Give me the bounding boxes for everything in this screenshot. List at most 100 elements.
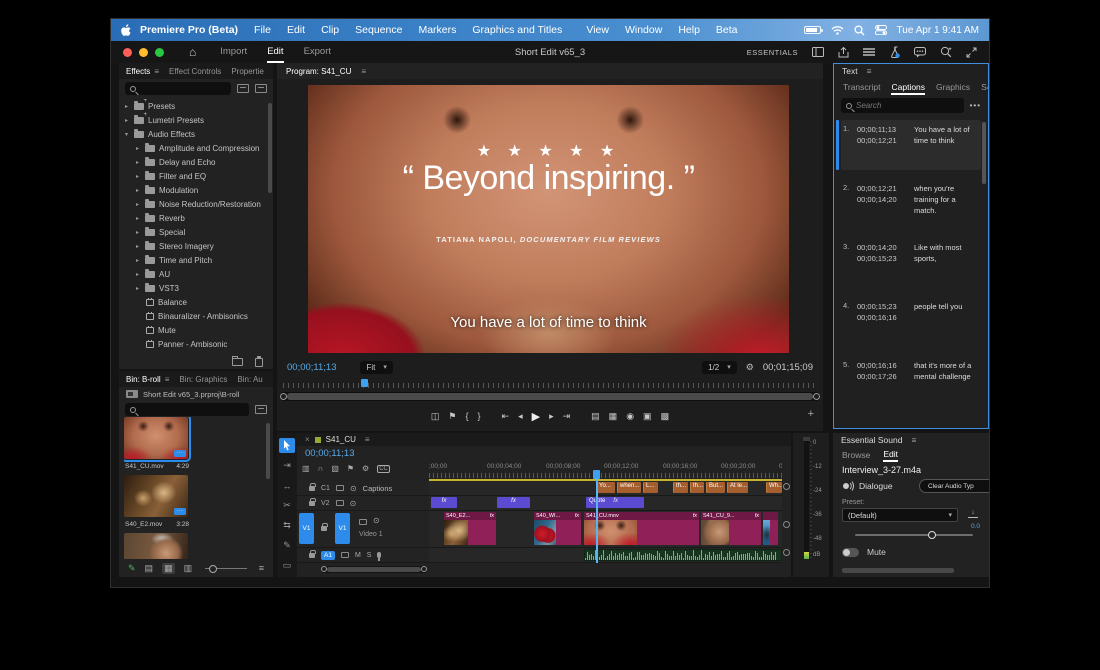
bin-scrollbar[interactable]: [266, 423, 270, 479]
video-clip-s41-cu-mov[interactable]: S41_CU.movfx: [584, 512, 699, 545]
slider-knob[interactable]: [928, 531, 936, 539]
track-lock-icon[interactable]: [309, 486, 315, 491]
menu-file[interactable]: File: [254, 24, 271, 36]
tab-s4[interactable]: S4: [981, 82, 989, 92]
search-sparkle-icon[interactable]: [940, 46, 952, 58]
track-height-handle[interactable]: [783, 483, 790, 490]
workspaces-icon[interactable]: [812, 47, 824, 57]
clear-audio-type-button[interactable]: Clear Audio Typ: [919, 479, 989, 493]
graphic-clip[interactable]: fx: [431, 497, 457, 508]
v2-lane[interactable]: fxfxQuotefx: [429, 496, 782, 511]
caption-clip[interactable]: th...: [673, 482, 688, 493]
caption-clip[interactable]: th...: [690, 482, 704, 493]
export-frame-button[interactable]: ◉: [626, 411, 634, 422]
program-video-frame[interactable]: ★ ★ ★ ★ ★ “ Beyond inspiring. ” TATIANA …: [308, 85, 789, 353]
solo-track-button[interactable]: S: [367, 552, 372, 559]
program-current-timecode[interactable]: 00;00;11;13: [287, 362, 336, 373]
close-sequence-icon[interactable]: ×: [305, 435, 310, 444]
track-target-icon[interactable]: [341, 552, 349, 558]
tab-captions[interactable]: Captions: [891, 80, 925, 95]
tab-graphics[interactable]: Graphics: [936, 82, 970, 92]
insert-button[interactable]: ▣: [643, 411, 652, 422]
menu-sequence[interactable]: Sequence: [355, 24, 402, 36]
quick-export-icon[interactable]: [838, 47, 849, 58]
bin-menu-icon[interactable]: ≡: [259, 563, 264, 573]
menu-clock[interactable]: Tue Apr 1 9:41 AM: [897, 25, 979, 36]
mute-track-button[interactable]: M: [355, 552, 361, 559]
effects-item-au[interactable]: ▸AU: [119, 267, 267, 281]
add-marker-icon[interactable]: ⚑: [347, 464, 354, 473]
preset-intensity-slider[interactable]: [855, 534, 973, 536]
feedback-chat-icon[interactable]: [914, 47, 926, 58]
menu-view[interactable]: View: [586, 24, 609, 36]
menu-edit[interactable]: Edit: [287, 24, 305, 36]
track-target-icon[interactable]: [336, 500, 344, 506]
freeform-view-icon[interactable]: ▥: [184, 563, 193, 574]
voiceover-record-icon[interactable]: [377, 552, 381, 558]
panel-menu-icon[interactable]: [863, 66, 872, 76]
panel-menu-icon[interactable]: [357, 67, 366, 76]
effects-item-mute[interactable]: Mute: [119, 323, 267, 337]
a1-track-button[interactable]: A1: [321, 551, 335, 560]
captions-scrollbar[interactable]: [982, 122, 986, 184]
effects-item-noise-reduction-restoration[interactable]: ▸Noise Reduction/Restoration: [119, 197, 267, 211]
scroll-knob-left[interactable]: [280, 393, 287, 400]
bin-search-input[interactable]: [125, 403, 249, 416]
caption-text[interactable]: people tell you: [907, 301, 979, 343]
v1-track-button[interactable]: V1: [335, 513, 350, 544]
tab-bin-graphics[interactable]: Bin: Graphics: [179, 375, 227, 384]
app-menu-title[interactable]: Premiere Pro (Beta): [140, 24, 238, 36]
timeline-settings-icon[interactable]: ▥: [302, 464, 310, 473]
video-clip[interactable]: [763, 512, 778, 545]
caption-clip[interactable]: when...: [617, 482, 641, 493]
sequence-tab[interactable]: S41_CU: [326, 435, 356, 444]
apple-menu-icon[interactable]: [121, 24, 132, 37]
caption-clip[interactable]: Yo...: [596, 482, 615, 493]
beta-feedback-beaker-icon[interactable]: [889, 46, 900, 58]
effects-search-input[interactable]: [125, 82, 231, 95]
mark-out-button[interactable]: }: [478, 411, 481, 421]
track-select-forward-tool[interactable]: ⇥: [279, 458, 295, 473]
extract-button[interactable]: ▦: [609, 411, 618, 422]
track-height-handle[interactable]: [783, 521, 790, 528]
tab-bin-b-roll[interactable]: Bin: B-roll: [126, 375, 169, 384]
nav-import[interactable]: Import: [220, 42, 247, 63]
effects-item-binauralizer-ambisonics[interactable]: Binauralizer - Ambisonics: [119, 309, 267, 323]
nav-edit[interactable]: Edit: [267, 42, 283, 63]
zoom-window-button[interactable]: [155, 48, 164, 57]
panel-menu-icon[interactable]: [907, 435, 916, 445]
minimize-window-button[interactable]: [139, 48, 148, 57]
play-button[interactable]: ▶: [532, 410, 540, 423]
list-view-icon[interactable]: ▤: [145, 563, 154, 574]
new-custom-bin-icon[interactable]: [237, 84, 249, 93]
icon-view-icon[interactable]: ▦: [162, 563, 175, 574]
graphic-clip[interactable]: fx: [497, 497, 530, 508]
effects-item-vst3[interactable]: ▸VST3: [119, 281, 267, 295]
track-visibility-icon[interactable]: ⊙: [350, 484, 357, 493]
pen-tool[interactable]: ✎: [279, 538, 295, 553]
captions-visibility-icon[interactable]: CC: [377, 465, 390, 473]
caption-lane[interactable]: Yo...when...L...th...th...But...At le...…: [429, 481, 782, 496]
bin-breadcrumb[interactable]: Short Edit v65_3.prproj\B-roll: [143, 390, 239, 399]
bin-clip-s41-cu-9[interactable]: ···S41_CU_9...4:00: [124, 533, 190, 559]
control-center-icon[interactable]: [875, 25, 887, 35]
step-forward-button[interactable]: ▸: [549, 411, 554, 422]
tab-edit[interactable]: Edit: [883, 447, 898, 462]
mute-toggle[interactable]: [842, 548, 859, 557]
captions-search-input[interactable]: Search: [841, 98, 964, 113]
menu-beta[interactable]: Beta: [716, 24, 738, 36]
selection-tool[interactable]: [279, 438, 295, 453]
caption-text[interactable]: that it's more of a mental challenge: [907, 360, 979, 402]
effects-item-stereo-imagery[interactable]: ▸Stereo Imagery: [119, 239, 267, 253]
track-visibility-icon[interactable]: ⊙: [373, 516, 380, 525]
nav-export[interactable]: Export: [304, 42, 331, 63]
menu-graphics-and-titles[interactable]: Graphics and Titles: [472, 24, 562, 36]
linked-selection-icon[interactable]: ▧: [331, 464, 339, 473]
caption-clip[interactable]: Wh...: [766, 482, 782, 493]
program-playhead[interactable]: [361, 379, 368, 387]
mark-in-button[interactable]: {: [466, 411, 469, 421]
caption-item-3[interactable]: 3.00;00;14;2000;00;15;23Like with most s…: [841, 238, 981, 288]
effects-item-lumetri-presets[interactable]: ▸Lumetri Presets: [119, 113, 267, 127]
snap-icon[interactable]: ∩: [318, 464, 324, 473]
scroll-knob-right[interactable]: [421, 566, 427, 572]
